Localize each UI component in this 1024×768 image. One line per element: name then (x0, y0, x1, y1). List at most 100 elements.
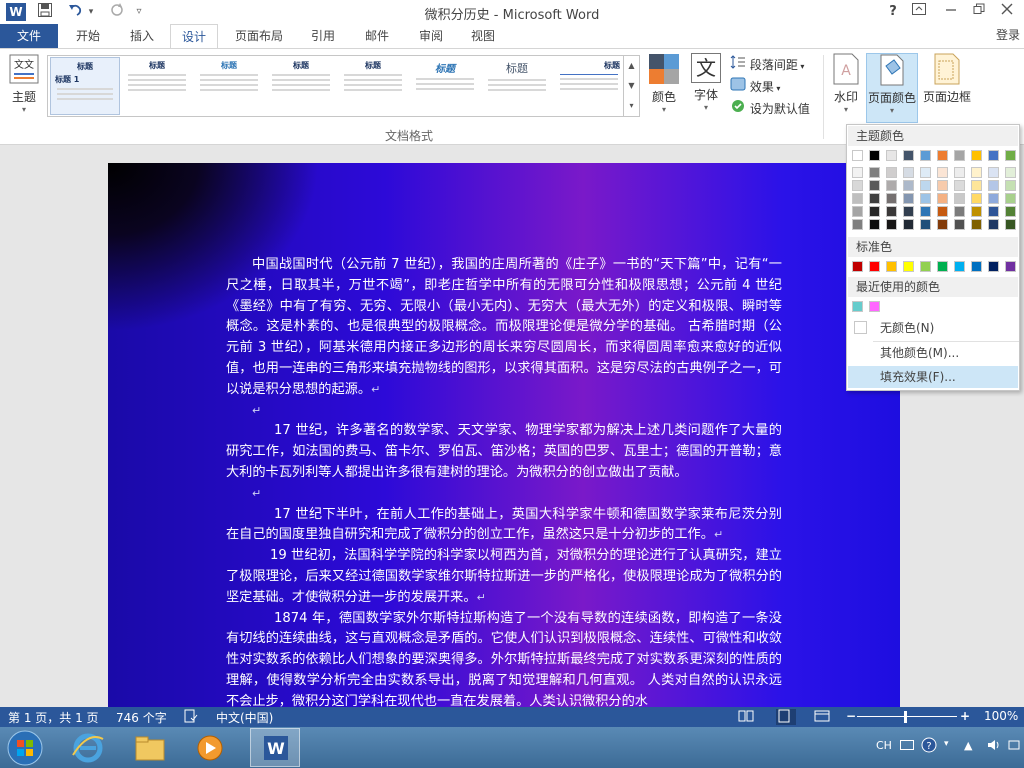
word-app-icon[interactable]: W (6, 3, 26, 21)
theme-shade-swatch[interactable] (852, 219, 863, 230)
keyboard-icon[interactable] (900, 739, 914, 754)
theme-shade-swatch[interactable] (903, 193, 914, 204)
page-count[interactable]: 第 1 页，共 1 页 (8, 709, 99, 726)
media-player-icon[interactable] (192, 731, 228, 765)
tab-page-layout[interactable]: 页面布局 (228, 24, 290, 49)
fill-effects-item[interactable]: 填充效果(F)... (848, 366, 1018, 388)
theme-shade-swatch[interactable] (1005, 206, 1016, 217)
theme-color-swatch[interactable] (971, 150, 982, 161)
watermark-button[interactable]: A 水印 ▾ (830, 53, 862, 114)
recent-color-swatch[interactable] (852, 301, 863, 312)
effects-button[interactable]: 效果 ▾ (730, 77, 780, 97)
theme-button[interactable]: 文文 主题 ▾ (6, 53, 42, 114)
tab-view[interactable]: 视图 (462, 24, 504, 49)
help-tray-icon[interactable]: ? (921, 737, 937, 756)
word-count[interactable]: 746 个字 (116, 709, 167, 726)
more-colors-item[interactable]: 其他颜色(M)... (848, 342, 1018, 364)
theme-shade-swatch[interactable] (869, 206, 880, 217)
theme-shade-swatch[interactable] (988, 167, 999, 178)
read-mode-icon[interactable] (738, 709, 754, 726)
theme-shade-swatch[interactable] (886, 193, 897, 204)
theme-color-swatch[interactable] (937, 150, 948, 161)
theme-color-swatch[interactable] (869, 150, 880, 161)
gallery-down-icon[interactable]: ▼ (624, 76, 639, 96)
restore-icon[interactable] (966, 1, 992, 23)
standard-color-swatch[interactable] (886, 261, 897, 272)
paragraph-spacing-button[interactable]: 段落间距 ▾ (730, 55, 804, 75)
recent-color-swatch[interactable] (869, 301, 880, 312)
style-set-item[interactable]: 标题 (554, 57, 624, 115)
redo-icon[interactable] (106, 2, 128, 22)
page-color-button[interactable]: 页面颜色 ▾ (866, 53, 918, 123)
fonts-button[interactable]: 文 字体 ▾ (688, 53, 724, 112)
theme-shade-swatch[interactable] (937, 193, 948, 204)
style-set-item[interactable]: 标题 (482, 57, 552, 115)
undo-dropdown-icon[interactable]: ▾ (86, 2, 96, 22)
no-color-item[interactable]: 无颜色(N) (848, 317, 1018, 339)
theme-color-swatch[interactable] (954, 150, 965, 161)
set-default-button[interactable]: 设为默认值 (730, 99, 810, 119)
theme-shade-swatch[interactable] (886, 206, 897, 217)
theme-shade-swatch[interactable] (954, 180, 965, 191)
volume-icon[interactable] (986, 737, 1002, 756)
theme-shade-swatch[interactable] (886, 167, 897, 178)
zoom-slider[interactable] (857, 716, 957, 717)
theme-shade-swatch[interactable] (869, 180, 880, 191)
standard-color-swatch[interactable] (920, 261, 931, 272)
theme-shade-swatch[interactable] (903, 167, 914, 178)
tab-insert[interactable]: 插入 (120, 24, 164, 49)
theme-shade-swatch[interactable] (852, 167, 863, 178)
theme-shade-swatch[interactable] (869, 193, 880, 204)
theme-shade-swatch[interactable] (903, 180, 914, 191)
theme-shade-swatch[interactable] (971, 219, 982, 230)
standard-color-swatch[interactable] (954, 261, 965, 272)
standard-color-swatch[interactable] (903, 261, 914, 272)
internet-explorer-icon[interactable] (70, 731, 106, 765)
tab-review[interactable]: 审阅 (410, 24, 452, 49)
language[interactable]: 中文(中国) (216, 709, 273, 726)
standard-color-swatch[interactable] (937, 261, 948, 272)
theme-shade-swatch[interactable] (1005, 219, 1016, 230)
style-set-item[interactable]: 标题 (338, 57, 408, 115)
theme-shade-swatch[interactable] (988, 219, 999, 230)
style-set-item[interactable]: 标题 标题 1 (50, 57, 120, 115)
style-set-item[interactable]: 标题 (122, 57, 192, 115)
theme-color-swatch[interactable] (852, 150, 863, 161)
document-body[interactable]: 中国战国时代（公元前 7 世纪），我国的庄周所著的《庄子》一书的“天下篇”中，记… (226, 255, 782, 707)
theme-color-swatch[interactable] (988, 150, 999, 161)
proofing-icon[interactable] (184, 709, 198, 726)
style-set-gallery[interactable]: 标题 标题 1 标题 标题 标题 标题 标题 标题 标题 (47, 55, 624, 117)
zoom-slider-thumb[interactable] (904, 711, 907, 723)
theme-shade-swatch[interactable] (852, 193, 863, 204)
theme-shade-swatch[interactable] (852, 180, 863, 191)
theme-shade-swatch[interactable] (886, 219, 897, 230)
ime-indicator[interactable]: CH (876, 739, 892, 752)
theme-shade-swatch[interactable] (1005, 180, 1016, 191)
theme-shade-swatch[interactable] (1005, 167, 1016, 178)
theme-shade-swatch[interactable] (971, 206, 982, 217)
undo-icon[interactable] (64, 2, 86, 22)
save-icon[interactable] (34, 2, 56, 22)
theme-shade-swatch[interactable] (869, 167, 880, 178)
theme-shade-swatch[interactable] (903, 206, 914, 217)
theme-shade-swatch[interactable] (937, 219, 948, 230)
tab-mailings[interactable]: 邮件 (356, 24, 398, 49)
theme-shade-swatch[interactable] (937, 167, 948, 178)
tab-file[interactable]: 文件 (0, 24, 58, 49)
theme-color-swatch[interactable] (1005, 150, 1016, 161)
theme-shade-swatch[interactable] (920, 193, 931, 204)
theme-shade-swatch[interactable] (954, 206, 965, 217)
zoom-level[interactable]: 100% (984, 709, 1018, 723)
standard-color-swatch[interactable] (852, 261, 863, 272)
theme-shade-swatch[interactable] (903, 219, 914, 230)
standard-color-swatch[interactable] (971, 261, 982, 272)
gallery-scroll[interactable]: ▲ ▼ ▾ (624, 55, 640, 117)
theme-shade-swatch[interactable] (988, 193, 999, 204)
theme-color-swatch[interactable] (886, 150, 897, 161)
theme-shade-swatch[interactable] (869, 219, 880, 230)
customize-icon[interactable]: ▿ (132, 2, 146, 22)
zoom-in-icon[interactable]: + (960, 709, 970, 723)
standard-color-swatch[interactable] (869, 261, 880, 272)
theme-shade-swatch[interactable] (920, 167, 931, 178)
tab-home[interactable]: 开始 (66, 24, 110, 49)
